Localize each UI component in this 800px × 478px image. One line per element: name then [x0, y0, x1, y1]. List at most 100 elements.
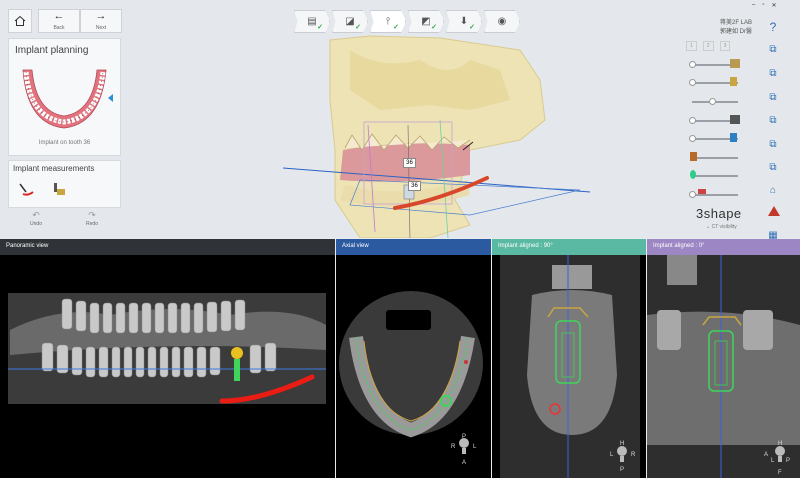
- view-right-icon: ⧉: [769, 114, 777, 126]
- orient-posterior: P: [462, 434, 466, 440]
- implant-layer-icon: [730, 77, 737, 86]
- visibility-slider-6[interactable]: [692, 157, 738, 159]
- aligned-0-title: Implant aligned : 0°: [647, 239, 800, 255]
- step-finish[interactable]: ◉: [484, 10, 520, 33]
- 3shape-mark-icon: [768, 206, 780, 216]
- arrow-right-icon: →: [95, 10, 107, 22]
- next-label: Next: [95, 25, 107, 31]
- ct-visibility-label: CT visibility: [711, 224, 737, 230]
- redo-button[interactable]: ↷ Redo: [78, 210, 106, 227]
- visibility-slider-7[interactable]: [692, 175, 738, 177]
- pin-layer-icon: [698, 189, 706, 194]
- view-back-button[interactable]: ⧉: [765, 66, 781, 80]
- guide-layer-icon: [730, 115, 740, 124]
- minimize-icon[interactable]: –: [752, 2, 755, 9]
- ct-visibility-toggle[interactable]: ⌄ CT visibility: [706, 224, 737, 230]
- view-right-button[interactable]: ⧉: [765, 113, 781, 127]
- panel-title: Implant planning: [15, 45, 89, 56]
- maximize-icon[interactable]: ▫: [762, 2, 764, 9]
- step-export[interactable]: ⬇ ✓: [446, 10, 482, 33]
- orient-head: H: [778, 441, 782, 447]
- implant-label-36[interactable]: 36: [408, 181, 421, 191]
- axial-view-title: Axial view: [336, 239, 491, 255]
- aligned-90-image[interactable]: H L R P: [492, 255, 646, 478]
- screenshot-button[interactable]: ⌂: [765, 183, 781, 197]
- view-back-icon: ⧉: [769, 67, 777, 79]
- visibility-slider-3[interactable]: [692, 98, 738, 105]
- orient-right: R: [631, 452, 636, 458]
- close-icon[interactable]: ✕: [771, 2, 776, 9]
- help-button[interactable]: ?: [765, 20, 781, 34]
- check-icon: ✓: [469, 24, 475, 31]
- crown-layer-icon: [690, 152, 697, 161]
- app-window: ← Back → Next Implant planning Implant o…: [0, 0, 800, 478]
- user-name: 郭建如 Dr醫: [720, 29, 752, 35]
- panoramic-image[interactable]: [0, 255, 335, 478]
- aligned-90-title: Implant aligned : 90°: [492, 239, 646, 255]
- redo-label: Redo: [86, 221, 98, 227]
- measure-implant-icon: [54, 183, 65, 195]
- undo-button[interactable]: ↶ Undo: [22, 210, 50, 227]
- orient-head: H: [620, 441, 624, 447]
- slider-knob[interactable]: [689, 61, 696, 68]
- view-bottom-icon: ⧉: [769, 161, 777, 173]
- visibility-slider-8[interactable]: [689, 191, 738, 198]
- slider-knob[interactable]: [689, 117, 696, 124]
- view-left-button[interactable]: ⧉: [765, 90, 781, 104]
- implant-aligned-0-view[interactable]: Implant aligned : 0° H A L P F: [647, 239, 800, 478]
- redo-icon: ↷: [88, 210, 96, 220]
- tooth-label-36[interactable]: 36: [403, 158, 416, 168]
- model-upper-icon: [730, 59, 740, 68]
- orient-posterior: P: [620, 467, 624, 473]
- layer-tab-1[interactable]: 1: [686, 41, 697, 51]
- measure-distance-button[interactable]: [15, 178, 37, 200]
- axial-view[interactable]: Axial view P R L A: [336, 239, 491, 478]
- disc-icon: ◉: [497, 16, 507, 27]
- scan-doc-icon: ▤: [307, 16, 317, 27]
- slider-knob[interactable]: [689, 191, 696, 198]
- camera-icon: ⌂: [769, 184, 777, 196]
- step-guide[interactable]: ◩ ✓: [408, 10, 444, 33]
- back-button[interactable]: ← Back: [38, 9, 80, 33]
- implant-aligned-90-view[interactable]: Implant aligned : 90° H L R P: [492, 239, 646, 478]
- help-icon: ?: [769, 20, 777, 34]
- home-button[interactable]: [8, 9, 32, 33]
- slider-knob[interactable]: [689, 135, 696, 142]
- align-icon: ◪: [345, 16, 355, 27]
- implant-measurements-panel: Implant measurements: [8, 160, 121, 208]
- home-icon: [14, 15, 26, 26]
- view-top-button[interactable]: ⧉: [765, 137, 781, 151]
- undo-label: Undo: [30, 221, 42, 227]
- slider-knob[interactable]: [689, 79, 696, 86]
- layer-tab-3[interactable]: 3: [719, 41, 731, 51]
- window-controls: – ▫ ✕: [752, 2, 777, 9]
- measure-nerve-icon: [19, 183, 34, 196]
- step-implant[interactable]: ⫯ ✓: [370, 10, 406, 33]
- implant-icon: ⫯: [385, 16, 391, 27]
- planning-workspace: ← Back → Next Implant planning Implant o…: [0, 0, 800, 241]
- 3shape-logo: 3shape: [696, 206, 742, 221]
- step-align[interactable]: ◪ ✓: [332, 10, 368, 33]
- aligned-0-image[interactable]: H A L P F: [647, 255, 800, 478]
- next-button[interactable]: → Next: [80, 9, 122, 33]
- slider-knob[interactable]: [709, 98, 716, 105]
- view-bottom-button[interactable]: ⧉: [765, 160, 781, 174]
- orient-foot: F: [778, 470, 782, 476]
- jaw-thumbnail[interactable]: [9, 62, 120, 138]
- panoramic-view-title: Panoramic view: [0, 239, 335, 255]
- workflow-steps: ▤ ✓ ◪ ✓ ⫯ ✓ ◩ ✓ ⬇ ✓ ◉: [294, 10, 522, 33]
- sleeve-layer-icon: [730, 133, 737, 142]
- lab-name: 蒋美2F LAB: [719, 20, 752, 26]
- layer-tab-2[interactable]: 2: [702, 41, 714, 51]
- axial-image[interactable]: P R L A: [336, 255, 491, 478]
- measure-implant-button[interactable]: [47, 178, 69, 200]
- check-icon: ✓: [431, 24, 437, 31]
- step-scan[interactable]: ▤ ✓: [294, 10, 330, 33]
- view-front-button[interactable]: ⧉: [765, 42, 781, 56]
- check-icon: ✓: [317, 24, 323, 31]
- implant-planning-panel: Implant planning Implant on tooth 36: [8, 38, 121, 156]
- orient-anterior: A: [462, 460, 466, 466]
- view-front-icon: ⧉: [769, 43, 777, 55]
- guide-icon: ◩: [421, 16, 431, 27]
- panoramic-view[interactable]: Panoramic view: [0, 239, 335, 478]
